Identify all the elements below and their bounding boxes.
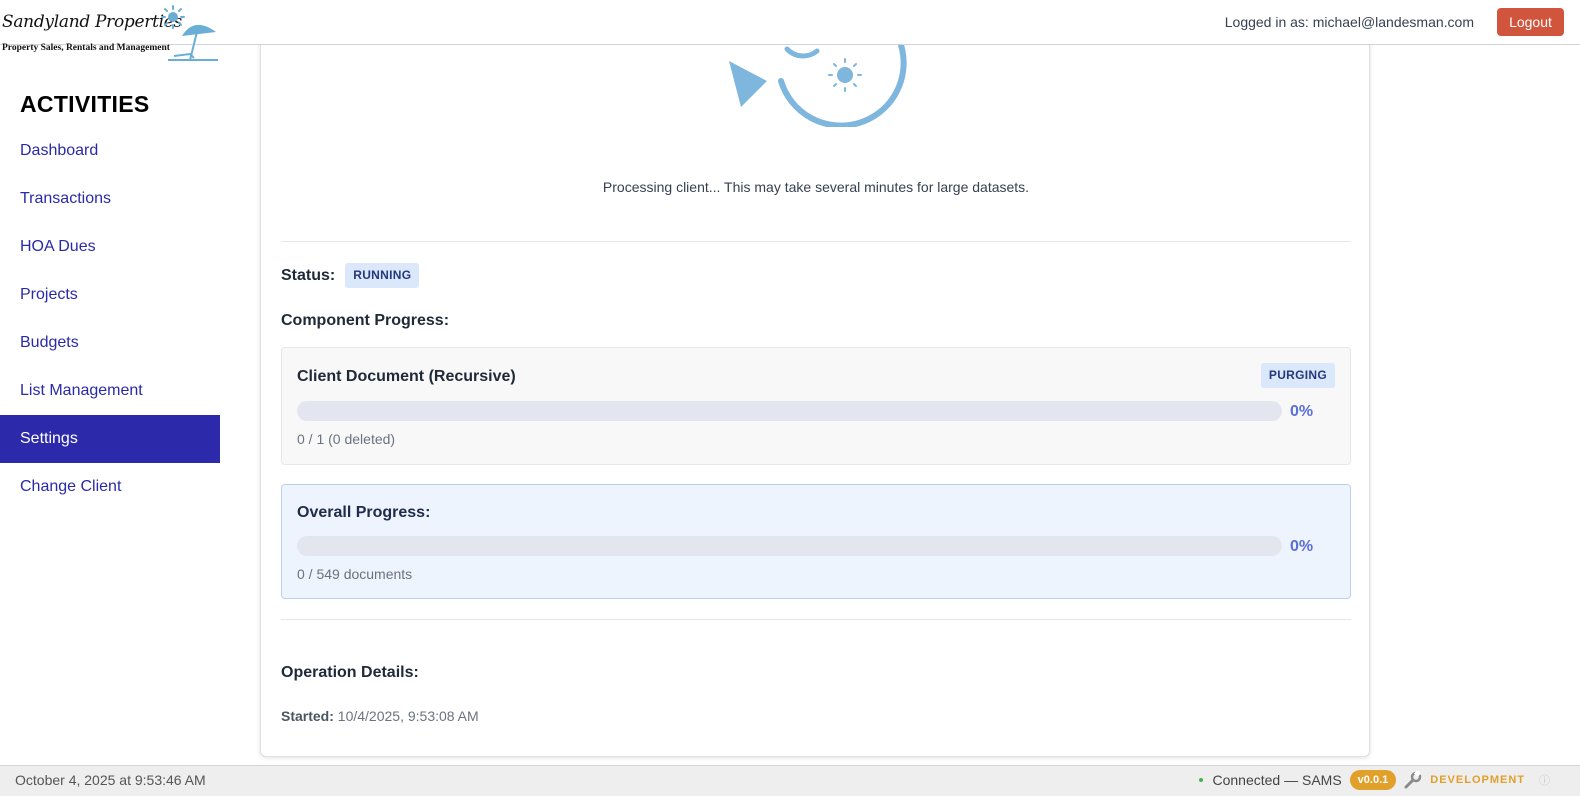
sidebar-nav: Dashboard Transactions HOA Dues Projects… bbox=[0, 127, 220, 511]
overall-progress-detail: 0 / 549 documents bbox=[297, 566, 413, 582]
overall-progress-bar bbox=[297, 536, 1282, 556]
operation-details-heading: Operation Details: bbox=[281, 664, 419, 681]
sidebar-item-list-management[interactable]: List Management bbox=[0, 367, 220, 415]
connection-status-text: Connected — SAMS bbox=[1212, 772, 1342, 788]
component-progress-detail: 0 / 1 (0 deleted) bbox=[297, 431, 396, 447]
connection-status-dot bbox=[1198, 778, 1203, 782]
logged-in-user: Logged in as: michael@landesman.com bbox=[1224, 14, 1474, 30]
sidebar-title: ACTIVITIES bbox=[20, 91, 150, 117]
footer-date: October 4, 2025 at 9:53:46 AM bbox=[15, 772, 206, 788]
status-label: Status: bbox=[281, 266, 336, 284]
sidebar-item-hoa-dues[interactable]: HOA Dues bbox=[0, 223, 220, 271]
processing-spinner-icon bbox=[729, 42, 907, 127]
component-progress-panel: Client Document (Recursive) PURGING 0% 0… bbox=[281, 347, 1351, 465]
processing-card: Processing client... This may take sever… bbox=[260, 30, 1370, 757]
component-title: Client Document (Recursive) bbox=[297, 368, 516, 385]
top-header: Logged in as: michael@landesman.com Logo… bbox=[0, 0, 1580, 45]
sidebar-item-dashboard[interactable]: Dashboard bbox=[0, 127, 220, 175]
info-icon[interactable]: ⓘ bbox=[1539, 772, 1550, 788]
status-badge: RUNNING bbox=[345, 263, 420, 288]
sidebar: ACTIVITIES Dashboard Transactions HOA Du… bbox=[0, 45, 220, 765]
started-row: Started: 10/4/2025, 9:53:08 AM bbox=[281, 708, 479, 724]
sidebar-item-settings[interactable]: Settings bbox=[0, 415, 220, 463]
started-value: 10/4/2025, 9:53:08 AM bbox=[337, 708, 479, 724]
company-logo[interactable]: Sandyland Properties Property Sales, Ren… bbox=[2, 4, 220, 64]
footer-status-group: Connected — SAMS v0.0.1 DEVELOPMENT ⓘ bbox=[1198, 769, 1550, 791]
status-footer: October 4, 2025 at 9:53:46 AM Connected … bbox=[0, 765, 1580, 796]
beach-umbrella-icon bbox=[161, 5, 218, 61]
logo-name: Sandyland Properties bbox=[2, 12, 182, 32]
divider bbox=[281, 241, 1351, 242]
status-row: Status: RUNNING bbox=[281, 263, 420, 288]
version-badge: v0.0.1 bbox=[1349, 770, 1397, 790]
processing-message: Processing client... This may take sever… bbox=[602, 179, 1030, 195]
component-progress-percent: 0% bbox=[1290, 403, 1314, 420]
wrench-icon bbox=[1404, 771, 1422, 789]
component-progress-bar bbox=[297, 401, 1282, 421]
sidebar-item-projects[interactable]: Projects bbox=[0, 271, 220, 319]
logout-button[interactable]: Logout bbox=[1497, 8, 1564, 36]
overall-progress-panel: Overall Progress: 0% 0 / 549 documents bbox=[281, 484, 1351, 599]
component-progress-heading: Component Progress: bbox=[281, 312, 450, 329]
divider bbox=[281, 619, 1351, 620]
logo-tagline: Property Sales, Rentals and Management bbox=[2, 43, 170, 53]
overall-progress-percent: 0% bbox=[1290, 538, 1314, 555]
started-label: Started: bbox=[281, 708, 334, 724]
component-status-badge: PURGING bbox=[1260, 363, 1335, 388]
sidebar-item-change-client[interactable]: Change Client bbox=[0, 463, 220, 511]
environment-label: DEVELOPMENT bbox=[1430, 774, 1525, 786]
overall-progress-title: Overall Progress: bbox=[297, 504, 431, 521]
sidebar-item-transactions[interactable]: Transactions bbox=[0, 175, 220, 223]
sidebar-item-budgets[interactable]: Budgets bbox=[0, 319, 220, 367]
